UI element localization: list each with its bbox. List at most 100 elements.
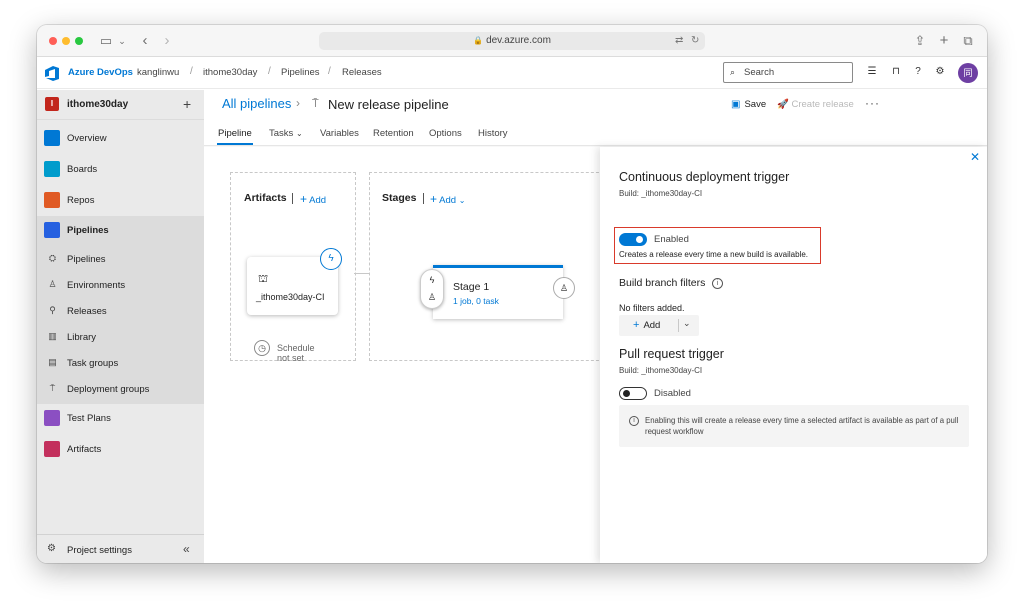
add-icon[interactable]: + bbox=[183, 96, 191, 112]
azure-devops-logo-icon bbox=[45, 66, 59, 81]
chevron-down-icon: ⌄ bbox=[295, 129, 303, 138]
project-name: ithome30day bbox=[67, 99, 129, 110]
back-icon[interactable]: ‹ bbox=[139, 33, 151, 49]
address-bar[interactable]: 🔒 dev.azure.com ⇄ ↻ bbox=[319, 32, 705, 50]
chevron-down-icon[interactable]: ⌄ bbox=[117, 33, 127, 49]
page-title[interactable]: New release pipeline bbox=[328, 97, 449, 112]
sidebar-subitem-label: Task groups bbox=[67, 358, 119, 369]
more-actions-icon[interactable]: ··· bbox=[865, 96, 880, 110]
sidebar-item-pipelines[interactable]: Pipelines bbox=[37, 216, 204, 246]
marketplace-bag-icon[interactable]: ⊓ bbox=[889, 66, 903, 77]
cd-trigger-toggle[interactable] bbox=[619, 233, 647, 246]
schedule-clock-icon[interactable]: ◷ bbox=[254, 340, 270, 356]
post-deployment-person-icon[interactable]: ♙ bbox=[553, 277, 575, 299]
create-release-label: Create release bbox=[791, 99, 854, 110]
pr-trigger-toggle[interactable] bbox=[619, 387, 647, 400]
browser-window: ▭ ⌄ ‹ › 🔒 dev.azure.com ⇄ ↻ ⇪ + ⧉ Azure D… bbox=[37, 25, 987, 563]
add-filter-button[interactable]: + Add ⌄ bbox=[619, 315, 699, 336]
breadcrumb-separator: / bbox=[268, 66, 271, 77]
environments-icon: ♙ bbox=[48, 279, 57, 289]
tab-options[interactable]: Options bbox=[429, 128, 462, 139]
stages-title: Stages bbox=[382, 192, 417, 204]
close-icon[interactable]: ✕ bbox=[970, 150, 980, 164]
new-tab-icon[interactable]: + bbox=[937, 33, 951, 49]
tab-tasks[interactable]: Tasks ⌄ bbox=[269, 128, 303, 139]
add-stage-button[interactable]: + Add ⌄ bbox=[430, 192, 465, 206]
sidebar-subitem-releases[interactable]: ⚲ Releases bbox=[37, 298, 204, 324]
brand-link[interactable]: Azure DevOps bbox=[68, 67, 133, 78]
all-pipelines-link[interactable]: All pipelines bbox=[222, 96, 291, 111]
sidebar-item-overview[interactable]: Overview bbox=[37, 124, 204, 154]
add-stage-label: Add bbox=[439, 195, 457, 206]
stage-card[interactable]: Stage 1 1 job, 0 task bbox=[433, 265, 563, 319]
sidebar-item-boards[interactable]: Boards bbox=[37, 155, 204, 185]
url-text: dev.azure.com bbox=[486, 35, 551, 46]
releases-icon: ⚲ bbox=[49, 305, 56, 315]
boards-icon bbox=[44, 161, 60, 177]
zoom-window-button[interactable] bbox=[75, 37, 83, 45]
sidebar-toggle-icon[interactable]: ▭ bbox=[99, 33, 113, 49]
close-window-button[interactable] bbox=[49, 37, 57, 45]
translate-icon[interactable]: ⇄ bbox=[675, 32, 683, 50]
pre-deployment-conditions[interactable]: ϟ ♙ bbox=[420, 269, 444, 309]
avatar[interactable]: 同 bbox=[958, 63, 978, 83]
user-settings-icon[interactable]: ⚙ bbox=[933, 66, 947, 77]
create-release-button: 🚀 Create release bbox=[777, 99, 854, 110]
sidebar-subitem-environments[interactable]: ♙ Environments bbox=[37, 272, 204, 298]
sidebar-subitem-deployment-groups[interactable]: ⍑ Deployment groups bbox=[37, 376, 204, 404]
breadcrumb-separator: / bbox=[328, 66, 331, 77]
sidebar-item-label: Artifacts bbox=[67, 444, 102, 455]
minimize-window-button[interactable] bbox=[62, 37, 70, 45]
schedule-status[interactable]: Schedule not set bbox=[277, 343, 315, 363]
reload-icon[interactable]: ↻ bbox=[691, 32, 699, 50]
sidebar-subitem-label: Pipelines bbox=[67, 254, 106, 265]
forward-icon[interactable]: › bbox=[161, 33, 173, 49]
breadcrumb-project[interactable]: ithome30day bbox=[203, 67, 257, 78]
tab-overview-icon[interactable]: ⧉ bbox=[961, 33, 975, 49]
add-artifact-button[interactable]: + Add bbox=[300, 192, 326, 206]
artifact-name: _ithome30day-CI bbox=[256, 292, 325, 302]
info-icon[interactable]: i bbox=[712, 278, 723, 289]
gear-icon: ⚙ bbox=[47, 543, 56, 554]
project-settings-button[interactable]: ⚙ Project settings « bbox=[37, 534, 204, 563]
task-groups-icon: ▤ bbox=[48, 357, 57, 367]
help-icon[interactable]: ? bbox=[911, 66, 925, 77]
sidebar-item-test-plans[interactable]: Test Plans bbox=[37, 404, 204, 434]
tab-pipeline[interactable]: Pipeline bbox=[218, 128, 252, 139]
breadcrumb-releases[interactable]: Releases bbox=[342, 67, 382, 78]
share-icon[interactable]: ⇪ bbox=[913, 33, 927, 49]
cd-trigger-lightning-icon[interactable]: ϟ bbox=[320, 248, 342, 270]
sidebar-subitem-library[interactable]: ▥ Library bbox=[37, 324, 204, 350]
lock-icon: 🔒 bbox=[473, 36, 484, 45]
sidebar-subitem-label: Releases bbox=[67, 306, 107, 317]
tab-history[interactable]: History bbox=[478, 128, 508, 139]
cd-trigger-panel: ✕ Continuous deployment trigger Build: _… bbox=[600, 147, 987, 563]
chevron-down-icon: ⌄ bbox=[458, 196, 466, 205]
sidebar-item-label: Repos bbox=[67, 195, 95, 206]
sidebar-item-artifacts[interactable]: Artifacts bbox=[37, 435, 204, 465]
artifacts-icon bbox=[44, 441, 60, 457]
search-input[interactable]: ⌕ Search bbox=[723, 62, 853, 83]
sidebar-item-label: Pipelines bbox=[67, 225, 109, 236]
cd-build-source: Build: _ithome30day-CI bbox=[619, 189, 703, 198]
project-badge: I bbox=[45, 97, 59, 111]
save-button[interactable]: ▣ Save bbox=[731, 99, 766, 110]
collapse-sidebar-icon[interactable]: « bbox=[183, 542, 190, 556]
sidebar-subitem-pipelines[interactable]: ⛭ Pipelines bbox=[37, 246, 204, 272]
project-header[interactable]: I ithome30day + bbox=[37, 90, 204, 120]
breadcrumb-pipelines[interactable]: Pipelines bbox=[281, 67, 320, 78]
sidebar-subitem-task-groups[interactable]: ▤ Task groups bbox=[37, 350, 204, 376]
chevron-down-icon[interactable]: ⌄ bbox=[683, 318, 691, 329]
stage-summary-link[interactable]: 1 job, 0 task bbox=[453, 296, 499, 306]
tab-tasks-label: Tasks bbox=[269, 128, 294, 139]
sidebar-item-repos[interactable]: Repos bbox=[37, 186, 204, 216]
tab-variables[interactable]: Variables bbox=[320, 128, 359, 139]
settings-list-icon[interactable]: ☰ bbox=[865, 66, 879, 77]
breadcrumb-org[interactable]: kanglinwu bbox=[137, 67, 179, 78]
tab-retention[interactable]: Retention bbox=[373, 128, 414, 139]
pr-info-box: i Enabling this will create a release ev… bbox=[619, 405, 969, 447]
test-plans-icon bbox=[44, 410, 60, 426]
sidebar-subitem-label: Environments bbox=[67, 280, 126, 291]
app-header: Azure DevOps kanglinwu / ithome30day / P… bbox=[37, 58, 987, 89]
divider bbox=[423, 193, 424, 204]
